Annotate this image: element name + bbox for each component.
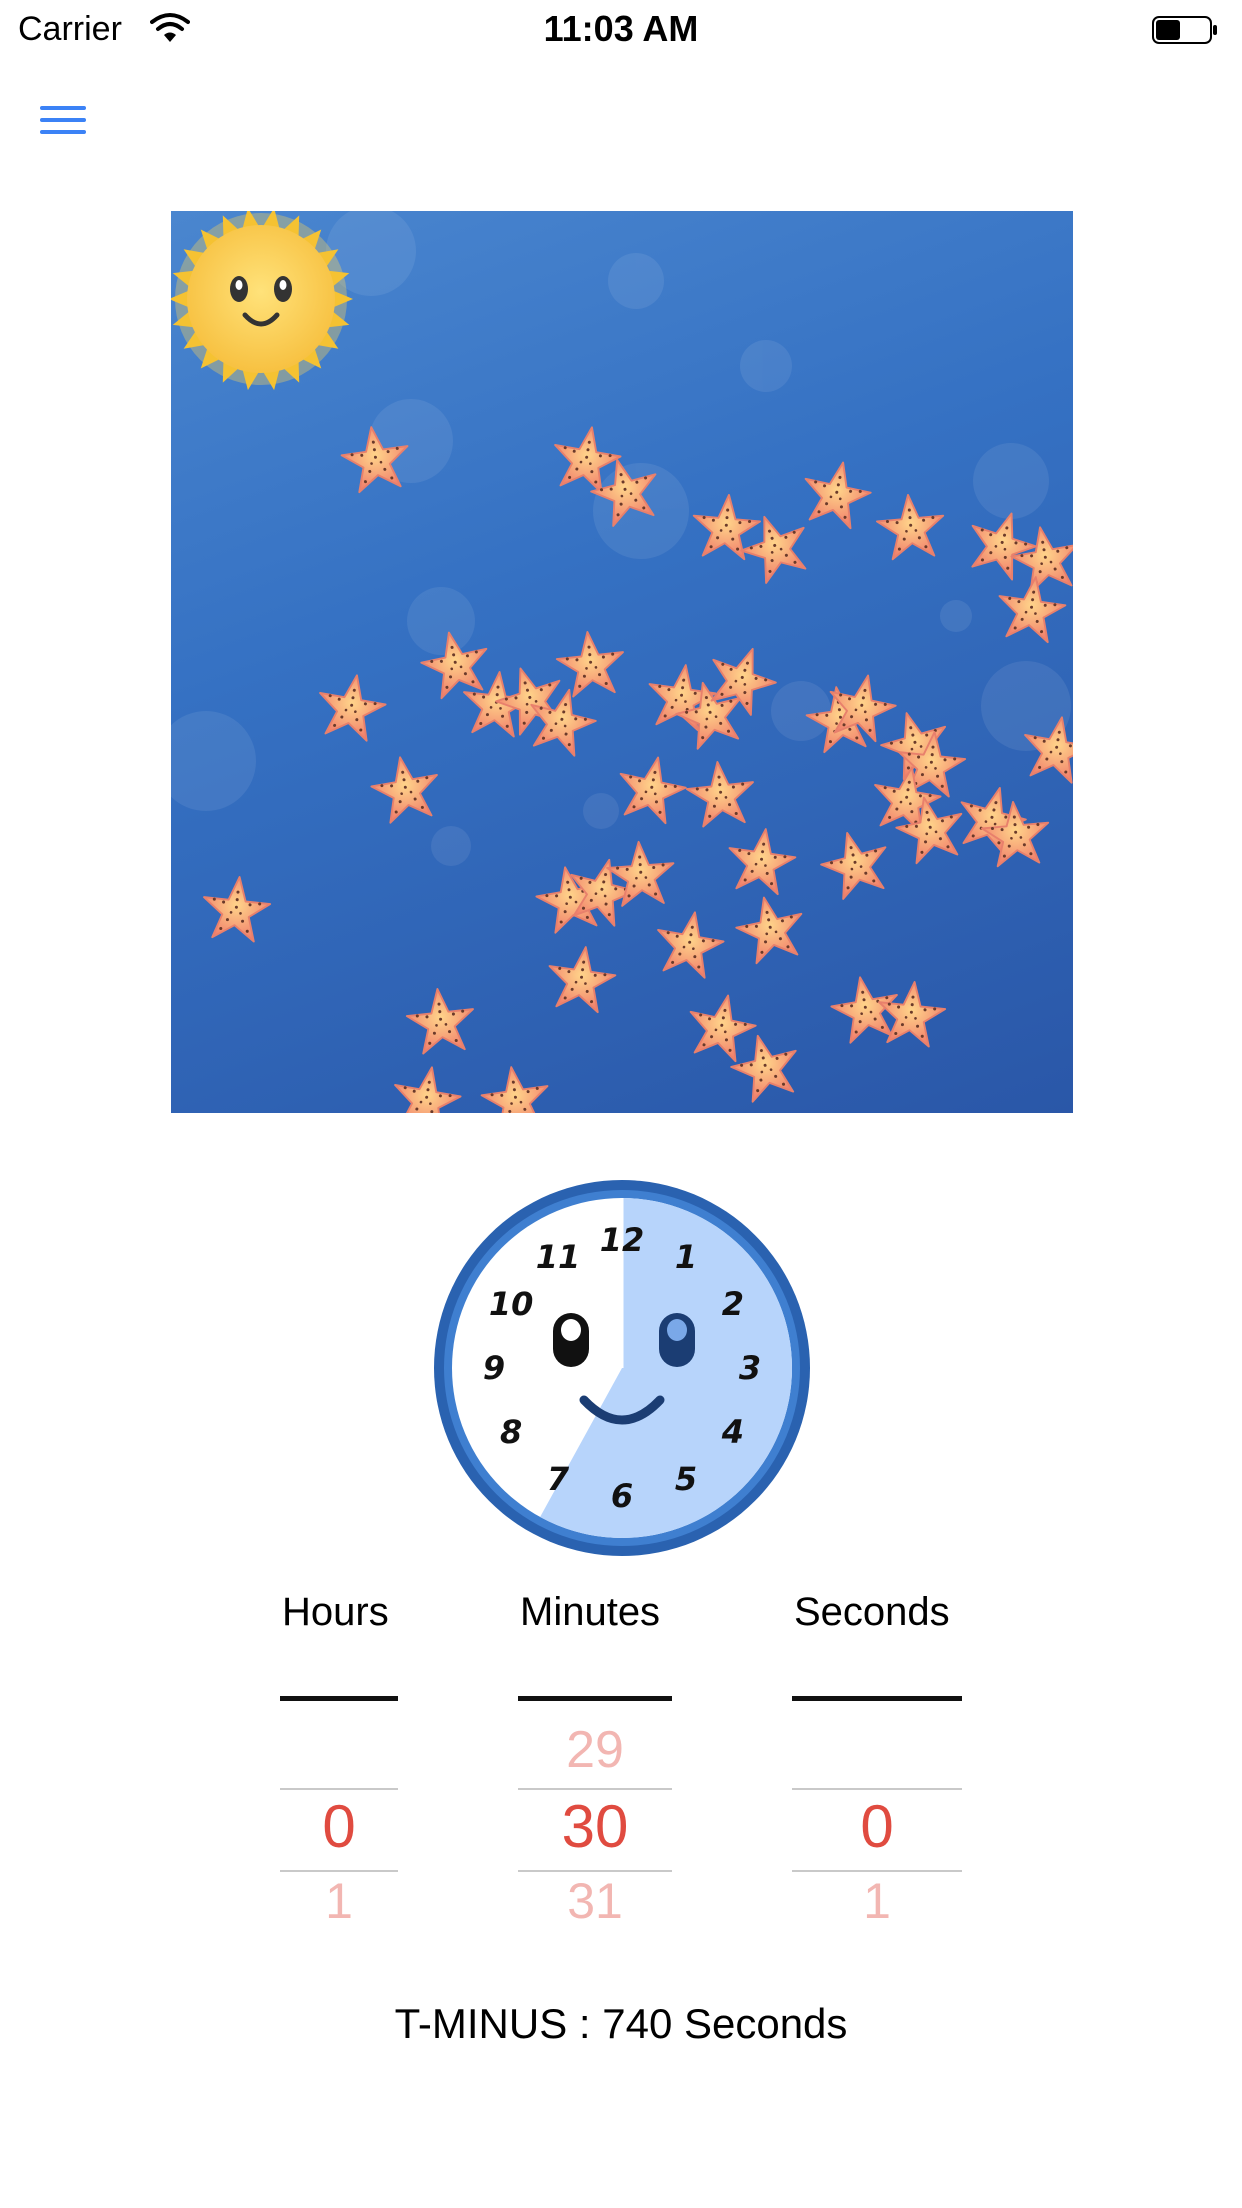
clock-number-1: 1 [675, 1238, 697, 1276]
status-bar: Carrier 11:03 AM [0, 0, 1242, 60]
hamburger-menu-icon[interactable] [40, 98, 86, 146]
clock-number-5: 5 [675, 1460, 697, 1498]
clock-number-8: 8 [500, 1413, 522, 1451]
starfish-icon [199, 872, 274, 944]
starfish-icon [730, 889, 811, 967]
starfish-icon [681, 987, 762, 1065]
clock-number-6: 6 [611, 1477, 633, 1515]
minutes-wheel[interactable]: 29 30 31 [518, 1721, 672, 1929]
clock-number-9: 9 [483, 1349, 505, 1387]
starfish-icon [814, 823, 897, 904]
hours-below-value[interactable]: 1 [280, 1872, 398, 1930]
smiling-sun-icon [171, 211, 353, 391]
minutes-below-value[interactable]: 31 [518, 1872, 672, 1930]
starfish-icon [553, 627, 628, 699]
seconds-wheel[interactable]: 0 1 [792, 1730, 962, 1929]
starfish-icon [403, 984, 478, 1056]
hours-wheel[interactable]: 0 1 [280, 1730, 398, 1929]
minutes-selection-top [518, 1788, 672, 1790]
starfish-icon [312, 668, 391, 744]
starfish-icon [611, 749, 692, 827]
hours-underline [280, 1696, 398, 1701]
clock-number-11: 11 [536, 1238, 581, 1276]
starfish-icon [366, 750, 445, 826]
clock-number-7: 7 [547, 1460, 570, 1498]
seconds-label: Seconds [794, 1590, 950, 1634]
starfish-icon [387, 1060, 466, 1113]
smiling-clock-face-icon: 12 12 3 45 6 78 9 1011 [434, 1180, 810, 1556]
status-time: 11:03 AM [543, 8, 699, 49]
starfish-icon [724, 1026, 807, 1106]
starfish-icon [477, 1061, 554, 1113]
starfish-icon [873, 491, 948, 562]
minutes-underline [518, 1696, 672, 1701]
seconds-underline [792, 1696, 962, 1701]
hours-label: Hours [282, 1590, 389, 1634]
clock-number-4: 4 [721, 1413, 744, 1451]
starfish-icon [723, 823, 800, 897]
scene-canvas [171, 211, 1073, 1113]
clock-number-3: 3 [739, 1349, 761, 1387]
minutes-label: Minutes [520, 1590, 661, 1634]
minutes-above-value[interactable]: 29 [518, 1720, 672, 1780]
starfish-icon [683, 757, 758, 829]
clock-number-2: 2 [722, 1285, 744, 1323]
seconds-selection-top [792, 1788, 962, 1790]
seconds-selected-value[interactable]: 0 [792, 1792, 962, 1861]
clock-number-12: 12 [600, 1221, 645, 1259]
countdown-label: T-MINUS : 740 Seconds [394, 2000, 848, 2047]
starfish-scene [171, 211, 1073, 1113]
starfish-icon [1006, 520, 1073, 596]
starfish-icon [796, 454, 877, 532]
starfish-icon [543, 941, 620, 1015]
starfish-icon [650, 905, 729, 981]
battery-icon [1152, 16, 1217, 44]
hours-selected-value[interactable]: 0 [280, 1792, 398, 1861]
seconds-below-value[interactable]: 1 [792, 1872, 962, 1930]
clock-number-10: 10 [489, 1285, 534, 1323]
minutes-selected-value[interactable]: 30 [518, 1792, 672, 1861]
starfish-icon [732, 504, 818, 589]
hours-selection-top [280, 1788, 398, 1790]
starfish-icon [874, 977, 949, 1049]
